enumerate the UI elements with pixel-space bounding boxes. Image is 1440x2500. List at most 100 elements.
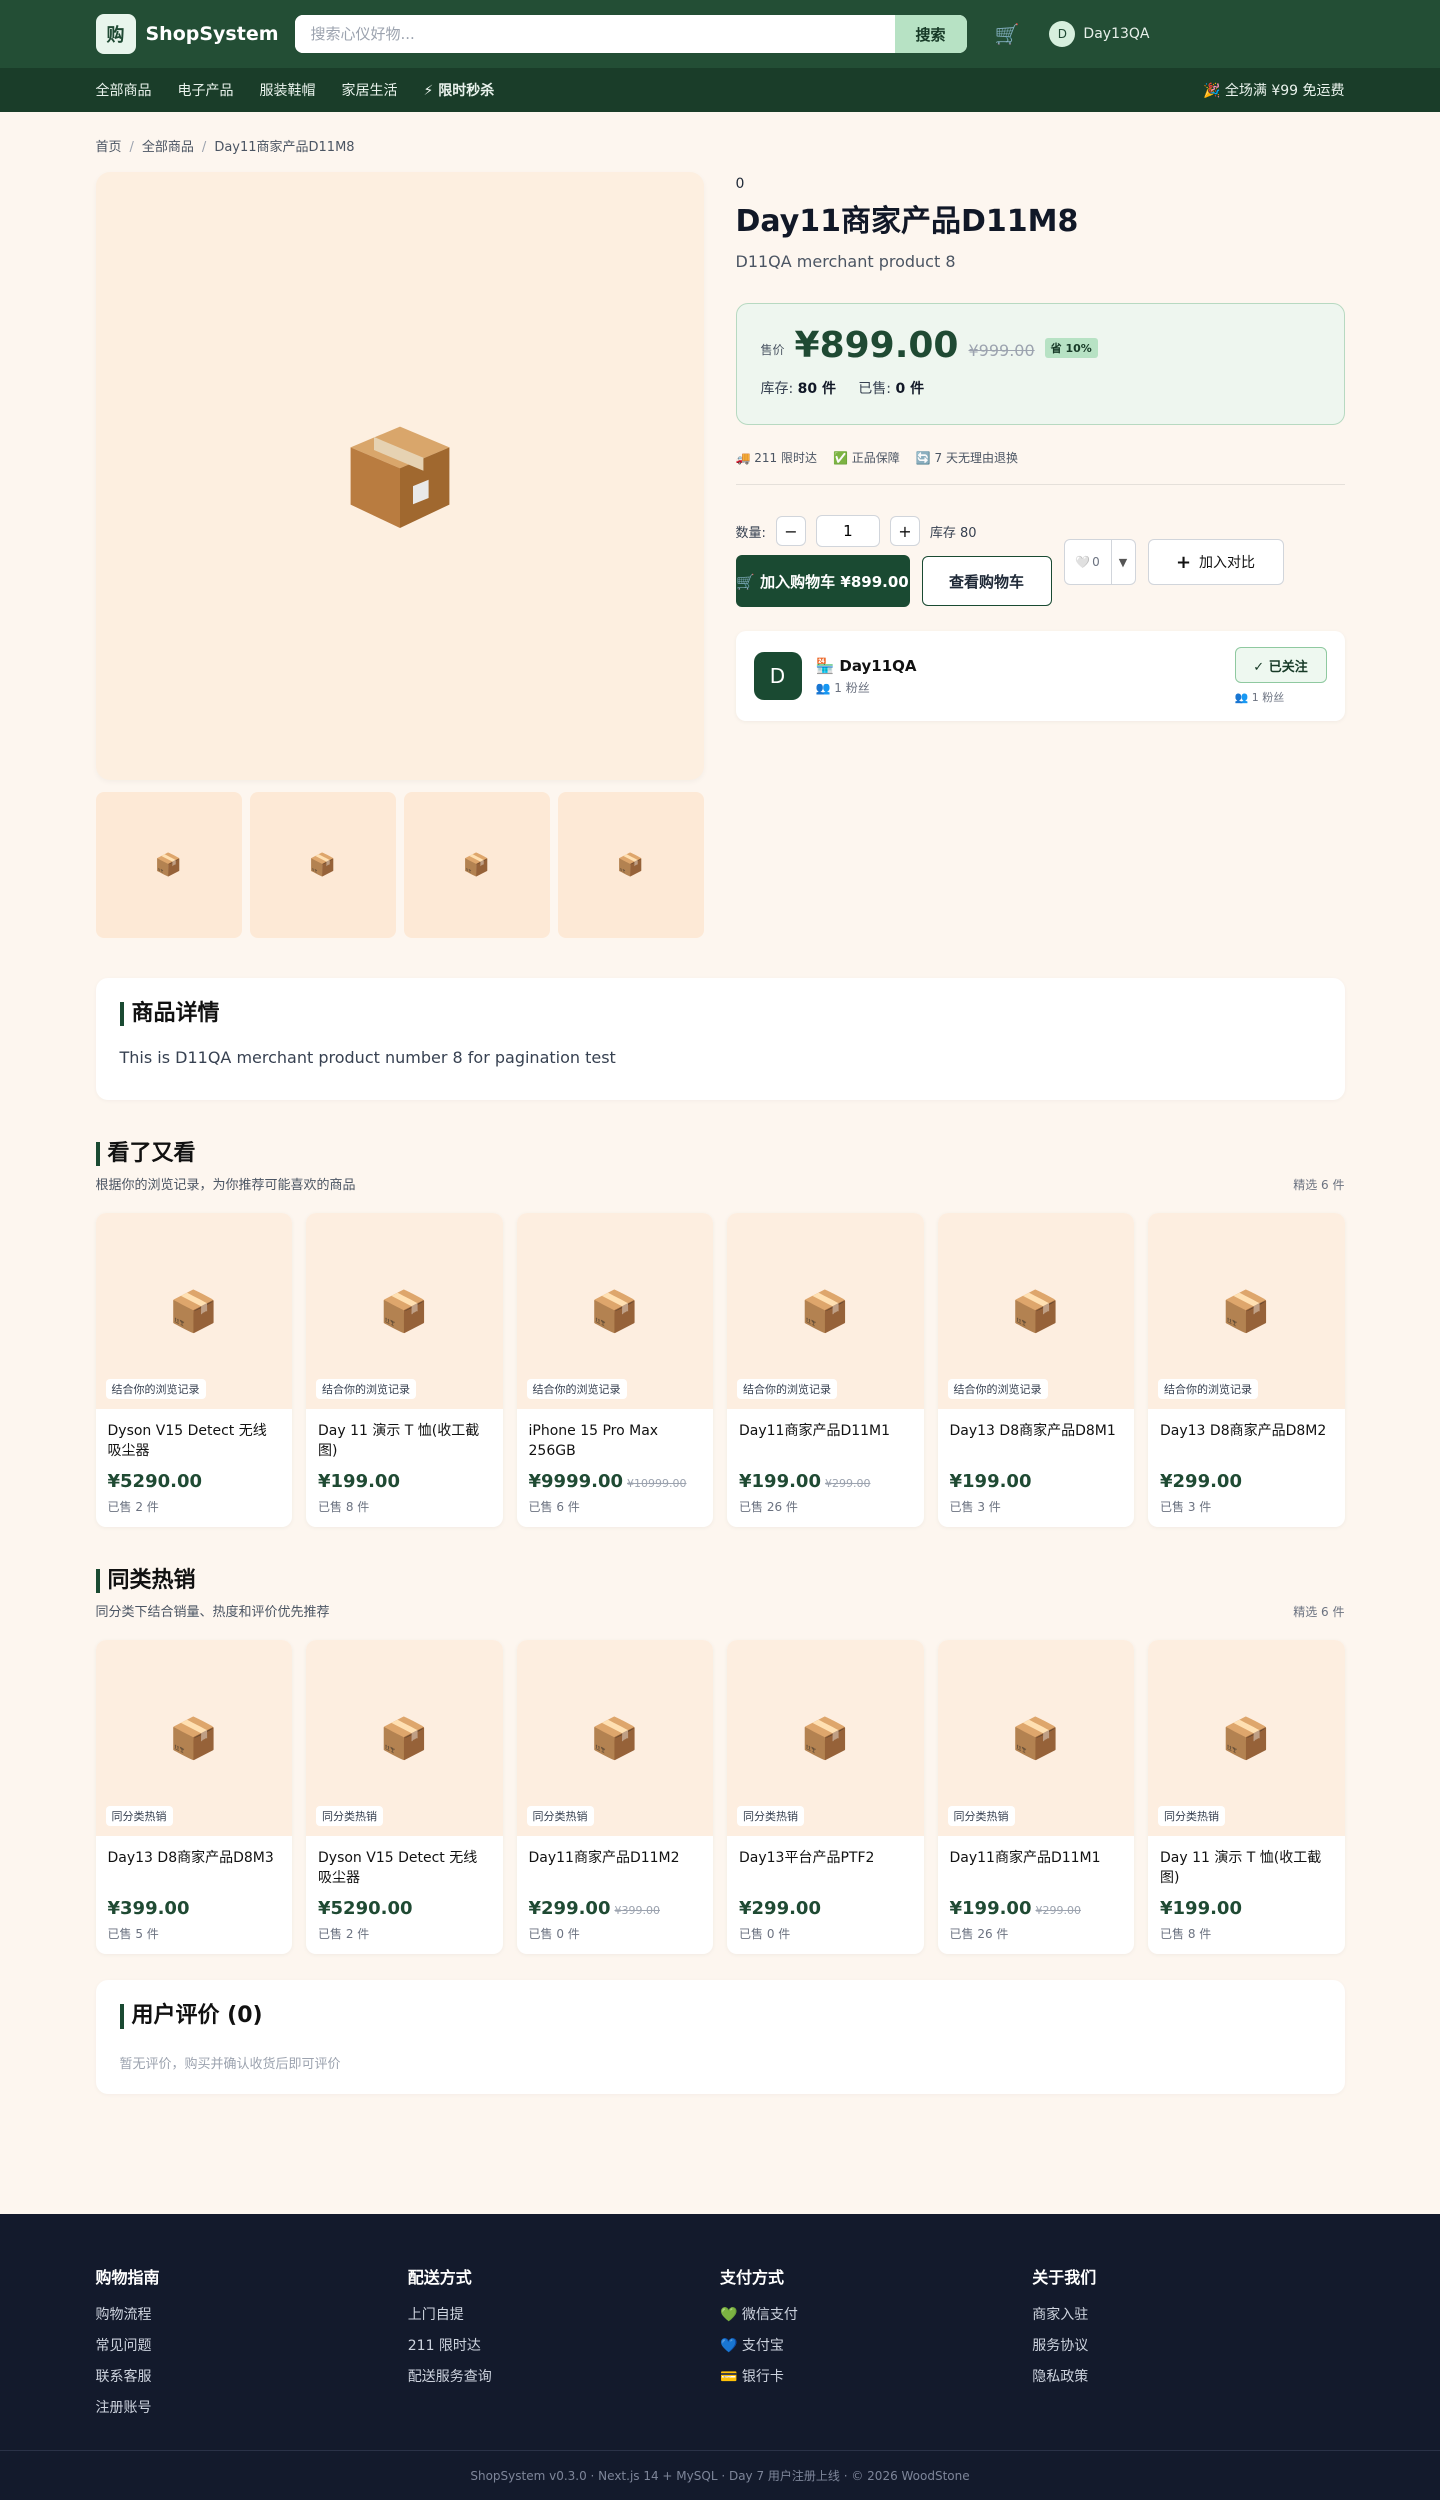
product-card-sold: 已售 26 件 — [739, 1500, 798, 1515]
product-card[interactable]: 📦 同分类热销 Day13 D8商家产品D8M3 ¥399.00 已售 5 件 — [95, 1640, 292, 1955]
footer-link[interactable]: 隐私政策 — [1032, 2366, 1344, 2386]
view-cart-button[interactable]: 查看购物车 — [921, 556, 1052, 606]
product-card-name[interactable]: Day11商家产品D11M1 — [950, 1848, 1123, 1888]
product-card[interactable]: 📦 同分类热销 Day13平台产品PTF2 ¥299.00 已售 0 件 — [727, 1640, 924, 1955]
nav-item-electronics[interactable]: 电子产品 — [178, 80, 234, 100]
header: 购 ShopSystem 搜索 🛒 D Day13QA — [0, 0, 1440, 68]
footer-column-title: 支付方式 — [720, 2268, 785, 2288]
original-price: ¥999.00 — [968, 341, 1035, 360]
footer-link[interactable]: 注册账号 — [96, 2397, 408, 2417]
product-card[interactable]: 📦 结合你的浏览记录 iPhone 15 Pro Max 256GB ¥9999… — [516, 1213, 713, 1528]
footer-link[interactable]: 211 限时达 — [408, 2335, 720, 2355]
product-card-name[interactable]: iPhone 15 Pro Max 256GB — [529, 1421, 702, 1461]
product-card-sold: 已售 0 件 — [528, 1927, 580, 1942]
product-card-image[interactable]: 📦 结合你的浏览记录 — [727, 1213, 924, 1410]
breadcrumb-all[interactable]: 全部商品 — [142, 140, 194, 155]
thumbnail[interactable]: 📦 — [249, 792, 396, 938]
sold-label: 已售: — [858, 381, 892, 397]
product-card[interactable]: 📦 同分类热销 Day11商家产品D11M2 ¥299.00 ¥399.00 已售… — [516, 1640, 713, 1955]
quantity-input[interactable] — [815, 515, 880, 547]
favorite-button[interactable]: 🤍 0 — [1063, 539, 1112, 585]
add-compare-button[interactable]: + 加入对比 — [1147, 539, 1284, 585]
product-card-price: ¥5290.00 — [318, 1898, 413, 1920]
chevron-down-icon: ▼ — [1118, 555, 1128, 569]
breadcrumb-current: Day11商家产品D11M8 — [214, 140, 355, 155]
product-card[interactable]: 📦 同分类热销 Day11商家产品D11M1 ¥199.00 ¥299.00 已售… — [937, 1640, 1134, 1955]
copyright: ShopSystem v0.3.0 · Next.js 14 + MySQL ·… — [0, 2450, 1440, 2500]
product-card-name[interactable]: Dyson V15 Detect 无线吸尘器 — [108, 1421, 281, 1461]
search-input[interactable] — [294, 15, 895, 53]
package-icon: 📦 — [168, 1715, 219, 1762]
nav-item-all[interactable]: 全部商品 — [96, 80, 152, 100]
shop-card: D 🏪 Day11QA 👥 1 粉丝 ✓ 已关注 👥 1 粉丝 — [735, 631, 1345, 721]
authentic-guarantee: ✅ 正品保障 — [832, 451, 900, 465]
product-card-name[interactable]: Day 11 演示 T 恤(收工截图) — [1160, 1848, 1333, 1888]
product-card[interactable]: 📦 结合你的浏览记录 Day13 D8商家产品D8M2 ¥299.00 已售 3… — [1148, 1213, 1345, 1528]
product-card-name[interactable]: Day11商家产品D11M1 — [739, 1421, 912, 1461]
product-card-image[interactable]: 📦 同分类热销 — [727, 1640, 924, 1837]
product-card-image[interactable]: 📦 同分类热销 — [516, 1640, 713, 1837]
cart-icon[interactable]: 🛒 — [995, 22, 1020, 46]
thumbnail[interactable]: 📦 — [95, 792, 242, 938]
footer: 购物指南 购物流程 常见问题 联系客服 注册账号 配送方式 上门自提 211 限时达 配送服务查… — [0, 2214, 1440, 2500]
product-card-image[interactable]: 📦 结合你的浏览记录 — [306, 1213, 503, 1410]
search-button[interactable]: 搜索 — [894, 15, 967, 53]
product-card-image[interactable]: 📦 同分类热销 — [95, 1640, 292, 1837]
thumbnail[interactable]: 📦 — [557, 792, 704, 938]
footer-link[interactable]: 💙 支付宝 — [720, 2335, 1032, 2355]
section-title: 同类热销 — [95, 1568, 330, 1594]
footer-link[interactable]: 联系客服 — [96, 2366, 408, 2386]
footer-link[interactable]: 上门自提 — [408, 2304, 720, 2324]
product-card[interactable]: 📦 结合你的浏览记录 Dyson V15 Detect 无线吸尘器 ¥5290.… — [95, 1213, 292, 1528]
shop-avatar[interactable]: D — [753, 652, 802, 700]
product-card-name[interactable]: Day 11 演示 T 恤(收工截图) — [318, 1421, 491, 1461]
product-card-name[interactable]: Day13平台产品PTF2 — [739, 1848, 912, 1888]
nav-item-clothing[interactable]: 服装鞋帽 — [260, 80, 316, 100]
product-card[interactable]: 📦 结合你的浏览记录 Day11商家产品D11M1 ¥199.00 ¥299.00… — [727, 1213, 924, 1528]
product-card-name[interactable]: Day13 D8商家产品D8M3 — [108, 1848, 281, 1888]
decrease-button[interactable]: − — [775, 516, 806, 546]
logo[interactable]: 购 ShopSystem — [95, 14, 279, 54]
product-card[interactable]: 📦 结合你的浏览记录 Day 11 演示 T 恤(收工截图) ¥199.00 已… — [306, 1213, 503, 1528]
product-card[interactable]: 📦 同分类热销 Dyson V15 Detect 无线吸尘器 ¥5290.00 … — [306, 1640, 503, 1955]
product-card-image[interactable]: 📦 同分类热销 — [937, 1640, 1134, 1837]
footer-link[interactable]: 商家入驻 — [1032, 2304, 1344, 2324]
package-icon: 📦 — [379, 1288, 430, 1335]
breadcrumb: 首页 / 全部商品 / Day11商家产品D11M8 — [95, 140, 355, 155]
product-card-tag: 同分类热销 — [526, 1806, 594, 1827]
product-card-name[interactable]: Day13 D8商家产品D8M2 — [1160, 1421, 1333, 1461]
product-card[interactable]: 📦 同分类热销 Day 11 演示 T 恤(收工截图) ¥199.00 已售 8… — [1148, 1640, 1345, 1955]
favorite-dropdown[interactable]: ▼ — [1111, 539, 1136, 585]
product-card-name[interactable]: Day11商家产品D11M2 — [529, 1848, 702, 1888]
add-to-cart-button[interactable]: 🛒 加入购物车 ¥899.00 — [735, 555, 910, 607]
product-card-image[interactable]: 📦 同分类热销 — [1148, 1640, 1345, 1837]
product-card-tag: 结合你的浏览记录 — [1158, 1379, 1258, 1400]
user-menu[interactable]: D Day13QA — [1049, 21, 1149, 47]
product-card-tag: 同分类热销 — [1158, 1806, 1225, 1827]
product-card-image[interactable]: 📦 同分类热销 — [306, 1640, 503, 1837]
breadcrumb-home[interactable]: 首页 — [96, 140, 122, 155]
package-icon — [350, 426, 449, 528]
thumbnail[interactable]: 📦 — [403, 792, 550, 938]
product-card-name[interactable]: Day13 D8商家产品D8M1 — [950, 1421, 1123, 1461]
footer-link[interactable]: 💳 银行卡 — [720, 2366, 1032, 2386]
shop-name[interactable]: 🏪 Day11QA — [816, 657, 917, 675]
product-card-image[interactable]: 📦 结合你的浏览记录 — [1148, 1213, 1345, 1410]
product-card-image[interactable]: 📦 结合你的浏览记录 — [95, 1213, 292, 1410]
product-main-image[interactable] — [95, 172, 704, 780]
footer-link[interactable]: 💚 微信支付 — [720, 2304, 1032, 2324]
footer-link[interactable]: 常见问题 — [96, 2335, 408, 2355]
follow-button[interactable]: ✓ 已关注 — [1234, 647, 1327, 683]
product-card-name[interactable]: Dyson V15 Detect 无线吸尘器 — [318, 1848, 491, 1888]
footer-link[interactable]: 购物流程 — [96, 2304, 408, 2324]
nav-item-home[interactable]: 家居生活 — [342, 80, 398, 100]
product-card-image[interactable]: 📦 结合你的浏览记录 — [516, 1213, 713, 1410]
footer-link[interactable]: 配送服务查询 — [408, 2366, 720, 2386]
product-card-image[interactable]: 📦 结合你的浏览记录 — [937, 1213, 1134, 1410]
nav-item-flash-sale[interactable]: ⚡ 限时秒杀 — [424, 80, 495, 100]
increase-button[interactable]: + — [889, 516, 920, 546]
product-card[interactable]: 📦 结合你的浏览记录 Day13 D8商家产品D8M1 ¥199.00 已售 3… — [937, 1213, 1134, 1528]
product-grid: 📦 结合你的浏览记录 Dyson V15 Detect 无线吸尘器 ¥5290.… — [95, 1213, 1345, 1528]
footer-link[interactable]: 服务协议 — [1032, 2335, 1344, 2355]
shop-fans: 👥 1 粉丝 — [815, 680, 870, 695]
